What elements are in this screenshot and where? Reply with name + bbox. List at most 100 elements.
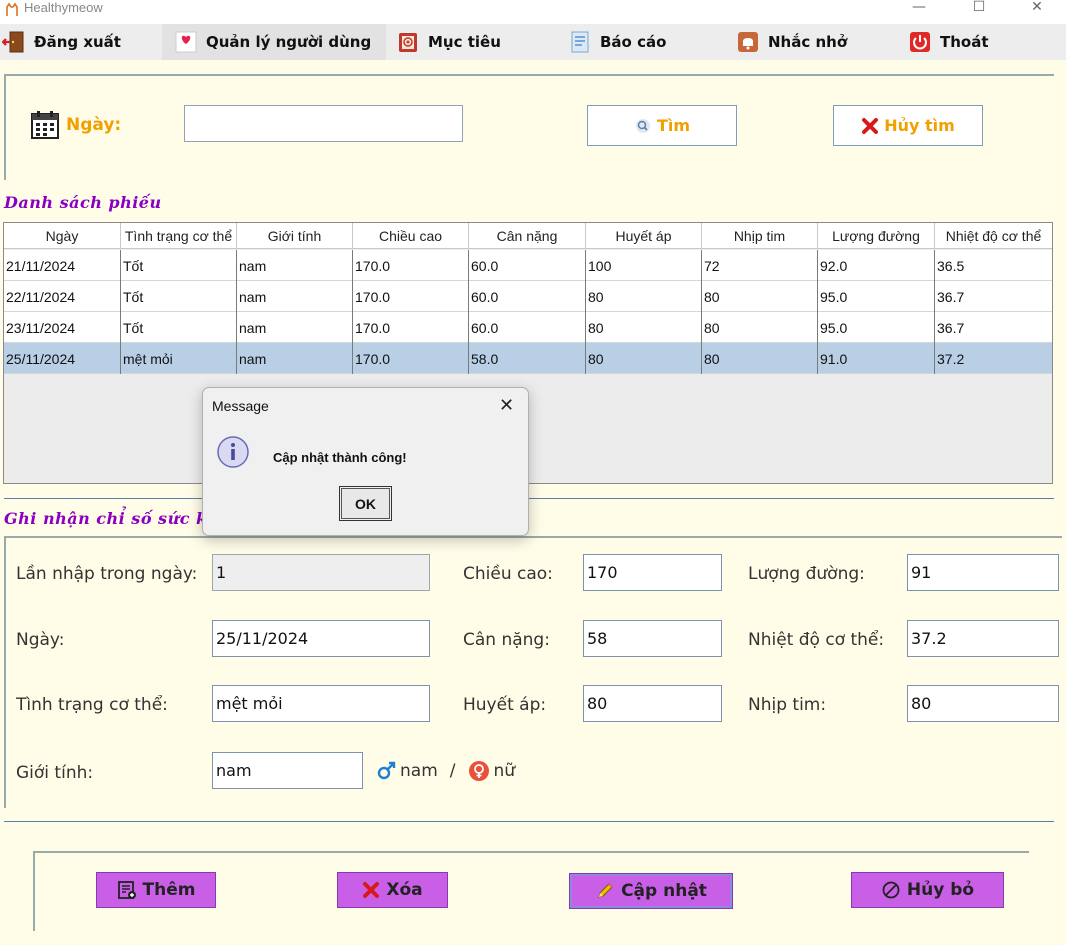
window-title: Healthymeow [24,0,103,15]
add-button[interactable]: Thêm [96,872,216,908]
update-button-label: Cập nhật [621,881,707,901]
table-cell: 60.0 [469,281,586,312]
female-symbol-icon [468,761,489,781]
table-cell: 21/11/2024 [4,250,121,281]
list-section-title: Danh sách phiếu [4,193,162,212]
delete-button-label: Xóa [386,880,423,900]
table-cell: 37.2 [937,350,965,367]
menu-reports[interactable]: Báo cáo [568,24,718,60]
cancel-button-label: Hủy bỏ [906,880,975,900]
update-button[interactable]: Cập nhật [569,873,733,909]
menu-exit-label: Thoát [940,33,989,51]
title-bar: Healthymeow — ☐ ✕ [0,0,1066,24]
ok-button[interactable]: OK [339,486,392,521]
search-date-label-group: Ngày: [30,110,121,140]
table-cell: 95.0 [818,312,935,343]
entry-count-field[interactable]: 1 [212,554,430,591]
dialog-close-button[interactable]: ✕ [499,395,514,416]
menu-reminders[interactable]: Nhắc nhở [736,24,886,60]
entry-count-label: Lần nhập trong ngày: [16,564,198,584]
calendar-icon [31,111,59,139]
gender-field[interactable]: nam [212,752,363,789]
weight-label: Cân nặng: [463,630,550,650]
table-row[interactable]: 22/11/2024 Tốt nam 170.0 60.0 80 80 95.0… [4,281,1052,312]
menu-user-management[interactable]: Quản lý người dùng [162,24,386,60]
divider [4,821,1054,822]
condition-label: Tình trạng cơ thể: [16,695,168,715]
search-button-label: Tìm [656,116,691,135]
divider [4,498,1054,499]
col-header-blood-sugar[interactable]: Lượng đường [818,223,935,249]
minimize-button[interactable]: — [896,0,942,20]
col-header-date[interactable]: Ngày [4,223,121,249]
table-cell: nam [237,312,353,343]
delete-button[interactable]: Xóa [337,872,448,908]
table-cell: 72 [702,250,818,281]
info-icon [217,436,249,468]
table-cell: 80 [702,312,818,343]
col-header-condition[interactable]: Tình trạng cơ thể [121,223,237,249]
search-date-input[interactable] [184,105,463,142]
app-window: Healthymeow — ☐ ✕ Đăng xuất Quản lý ngườ… [0,0,1066,945]
condition-field[interactable]: mệt mỏi [212,685,430,722]
add-record-icon [117,881,136,899]
table-cell: 80 [586,343,702,374]
male-symbol-icon [377,761,396,780]
table-cell: nam [237,343,353,374]
blood-pressure-field[interactable]: 80 [583,685,722,722]
height-field[interactable]: 170 [583,554,722,591]
table-cell: 60.0 [469,250,586,281]
dialog-message: Cập nhật thành công! [273,450,407,465]
search-button[interactable]: Tìm [587,105,737,146]
cancel-search-button[interactable]: Hủy tìm [833,105,983,146]
table-row-selected[interactable]: 25/11/2024 mệt mỏi nam 170.0 58.0 80 80 … [4,343,1052,374]
table-row[interactable]: 21/11/2024 Tốt nam 170.0 60.0 100 72 92.… [4,250,1052,281]
date-field[interactable]: 25/11/2024 [212,620,430,657]
col-header-heart-rate[interactable]: Nhịp tim [702,223,818,249]
body-temp-field[interactable]: 37.2 [907,620,1059,657]
table-header: Ngày Tình trạng cơ thể Giới tính Chiều c… [4,223,1052,249]
cancel-button[interactable]: Hủy bỏ [851,872,1004,908]
col-header-gender[interactable]: Giới tính [237,223,353,249]
weight-field[interactable]: 58 [583,620,722,657]
table-cell: 80 [586,312,702,343]
gender-hint: nam / nữ [376,760,515,782]
date-label: Ngày: [16,630,65,650]
menu-bar: Đăng xuất Quản lý người dùng Mục tiêu Bá… [0,24,1066,60]
red-x-icon [862,117,879,134]
table-cell: 58.0 [469,343,586,374]
table-cell: 91.0 [818,343,935,374]
table-cell: 170.0 [353,281,469,312]
col-header-weight[interactable]: Cân nặng [469,223,586,249]
goal-icon [399,33,417,52]
menu-logout-label: Đăng xuất [34,33,121,51]
blood-pressure-label: Huyết áp: [463,695,547,715]
table-cell: Tốt [121,250,237,281]
menu-reminders-label: Nhắc nhở [768,33,848,51]
menu-exit[interactable]: Thoát [908,24,1018,60]
menu-user-management-label: Quản lý người dùng [206,33,372,51]
table-cell: 36.7 [937,288,965,305]
maximize-button[interactable]: ☐ [956,0,1002,20]
table-cell: 60.0 [469,312,586,343]
cancel-search-button-label: Hủy tìm [884,116,955,135]
table-cell: Tốt [121,312,237,343]
close-window-button[interactable]: ✕ [1014,0,1060,20]
heart-rate-field[interactable]: 80 [907,685,1059,722]
menu-logout[interactable]: Đăng xuất [2,24,152,60]
table-cell: 80 [702,343,818,374]
magnifier-icon [635,118,650,133]
col-header-blood-pressure[interactable]: Huyết áp [586,223,702,249]
menu-goals-label: Mục tiêu [428,33,501,51]
blood-sugar-field[interactable]: 91 [907,554,1059,591]
table-cell: nam [237,281,353,312]
table-row[interactable]: 23/11/2024 Tốt nam 170.0 60.0 80 80 95.0… [4,312,1052,343]
table-cell: 36.7 [937,319,965,336]
col-header-height[interactable]: Chiều cao [353,223,469,249]
menu-goals[interactable]: Mục tiêu [396,24,546,60]
col-header-body-temp[interactable]: Nhiệt độ cơ thể [935,223,1052,249]
pencil-icon [598,883,613,898]
red-x-icon [363,882,380,898]
message-dialog: Message ✕ Cập nhật thành công! OK [202,387,529,536]
heart-icon [175,31,197,53]
